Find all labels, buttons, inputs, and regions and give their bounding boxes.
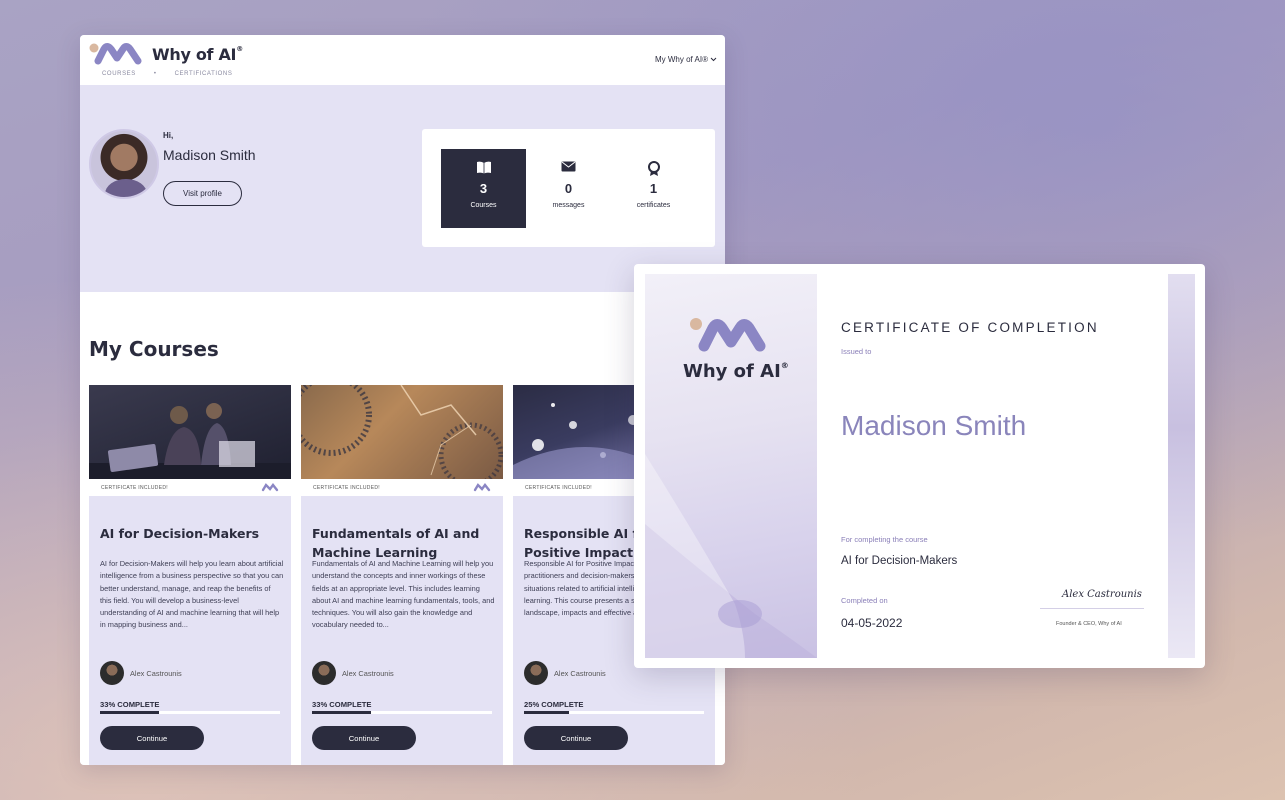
for-completing-label: For completing the course bbox=[841, 535, 928, 544]
course-card[interactable]: CERTIFICATE INCLUDED! Fundamentals of AI… bbox=[301, 385, 503, 765]
stats-panel: 3 Courses 0 messages 1 certificates bbox=[422, 129, 715, 247]
instructor-name: Alex Castrounis bbox=[130, 668, 182, 678]
instructor-name: Alex Castrounis bbox=[342, 668, 394, 678]
continue-button[interactable]: Continue bbox=[312, 726, 416, 750]
certificate-badge-label: CERTIFICATE INCLUDED! bbox=[101, 484, 168, 491]
instructor: Alex Castrounis bbox=[524, 661, 606, 685]
top-bar: Why of AI® COURSES • CERTIFICATIONS My W… bbox=[80, 35, 725, 85]
course-title[interactable]: AI for Decision-Makers bbox=[100, 524, 280, 543]
certificate-badge-label: CERTIFICATE INCLUDED! bbox=[313, 484, 380, 491]
logo-mark-icon bbox=[89, 43, 142, 65]
course-description: AI for Decision-Makers will help you lea… bbox=[100, 559, 284, 630]
instructor: Alex Castrounis bbox=[312, 661, 394, 685]
stat-messages-count: 0 bbox=[564, 181, 573, 196]
stat-certificates-count: 1 bbox=[649, 181, 658, 196]
progress-fill bbox=[312, 711, 372, 714]
course-description: Fundamentals of AI and Machine Learning … bbox=[312, 559, 495, 630]
mini-logo-icon bbox=[261, 483, 279, 492]
course-image bbox=[301, 385, 503, 479]
continue-button[interactable]: Continue bbox=[100, 726, 204, 750]
continue-button[interactable]: Continue bbox=[524, 726, 628, 750]
instructor-name: Alex Castrounis bbox=[554, 668, 606, 678]
brand-logo[interactable]: Why of AI® bbox=[88, 41, 243, 67]
certificate-heading: CERTIFICATE OF COMPLETION bbox=[841, 320, 1099, 335]
account-menu-label: My Why of AI® bbox=[654, 55, 708, 64]
chevron-down-icon bbox=[710, 57, 717, 62]
course-card[interactable]: CERTIFICATE INCLUDED! AI for Decision-Ma… bbox=[89, 385, 291, 765]
certificate-badge: CERTIFICATE INCLUDED! bbox=[89, 479, 291, 496]
recipient-name: Madison Smith bbox=[841, 410, 1027, 441]
course-image bbox=[89, 385, 291, 479]
certificate-edge-panel bbox=[1168, 274, 1195, 658]
progress-fill bbox=[100, 711, 160, 714]
certificate-brand-name: Why of AI® bbox=[683, 361, 789, 382]
stat-messages[interactable]: 0 messages bbox=[526, 149, 611, 228]
instructor: Alex Castrounis bbox=[100, 661, 182, 685]
signer-title: Founder & CEO, Why of AI bbox=[1056, 621, 1122, 627]
avatar[interactable] bbox=[89, 129, 159, 199]
instructor-avatar bbox=[312, 661, 336, 685]
signature: Alex Castrounis bbox=[1062, 589, 1142, 600]
visit-profile-button[interactable]: Visit profile bbox=[163, 181, 242, 206]
envelope-icon bbox=[561, 161, 576, 172]
progress-bar bbox=[524, 711, 704, 714]
stat-courses-count: 3 bbox=[479, 181, 488, 196]
certificate-logo: Why of AI® bbox=[683, 314, 789, 382]
certificate-side-panel: Why of AI® bbox=[645, 274, 817, 658]
dashboard-window: Why of AI® COURSES • CERTIFICATIONS My W… bbox=[80, 35, 725, 765]
nav-separator: • bbox=[153, 71, 157, 77]
top-nav: COURSES • CERTIFICATIONS bbox=[102, 71, 232, 77]
progress-label: 33% COMPLETE bbox=[312, 700, 372, 709]
user-name: Madison Smith bbox=[163, 147, 256, 163]
nav-certifications[interactable]: CERTIFICATIONS bbox=[175, 71, 233, 77]
progress-label: 25% COMPLETE bbox=[524, 700, 584, 709]
logo-mark-icon bbox=[689, 318, 766, 352]
progress-bar bbox=[100, 711, 280, 714]
certificate: Why of AI® CERTIFICATE OF COMPLETION Iss… bbox=[634, 264, 1205, 668]
profile-header: Hi, Madison Smith Visit profile 3 Course… bbox=[80, 85, 725, 292]
section-title: My Courses bbox=[89, 337, 219, 361]
course-title[interactable]: Fundamentals of AI and Machine Learning bbox=[312, 524, 492, 562]
certificate-course: AI for Decision-Makers bbox=[841, 555, 958, 567]
course-image-art bbox=[89, 403, 291, 479]
brand-name: Why of AI® bbox=[152, 44, 243, 64]
certificate-badge-label: CERTIFICATE INCLUDED! bbox=[525, 484, 592, 491]
award-icon bbox=[647, 161, 660, 176]
progress-bar bbox=[312, 711, 492, 714]
stat-certificates[interactable]: 1 certificates bbox=[611, 149, 696, 228]
progress-fill bbox=[524, 711, 569, 714]
signature-line bbox=[1040, 608, 1144, 609]
course-image-art bbox=[301, 385, 503, 479]
stat-certificates-label: certificates bbox=[636, 202, 671, 209]
certificate-badge: CERTIFICATE INCLUDED! bbox=[301, 479, 503, 496]
greeting: Hi, bbox=[163, 131, 174, 140]
completed-on-label: Completed on bbox=[841, 596, 888, 605]
nav-courses[interactable]: COURSES bbox=[102, 71, 136, 77]
issued-to-label: Issued to bbox=[841, 347, 872, 356]
avatar-shirt bbox=[105, 179, 147, 197]
progress-label: 33% COMPLETE bbox=[100, 700, 160, 709]
stat-courses-label: Courses bbox=[470, 202, 497, 209]
stat-messages-label: messages bbox=[552, 202, 585, 209]
book-icon bbox=[476, 161, 491, 174]
my-courses-section: My Courses CERTIFICATE INCLUDED! AI for … bbox=[80, 292, 725, 765]
instructor-avatar bbox=[524, 661, 548, 685]
mini-logo-icon bbox=[473, 483, 491, 492]
instructor-avatar bbox=[100, 661, 124, 685]
account-menu[interactable]: My Why of AI® bbox=[655, 55, 717, 64]
completed-date: 04-05-2022 bbox=[841, 616, 903, 630]
stat-courses[interactable]: 3 Courses bbox=[441, 149, 526, 228]
